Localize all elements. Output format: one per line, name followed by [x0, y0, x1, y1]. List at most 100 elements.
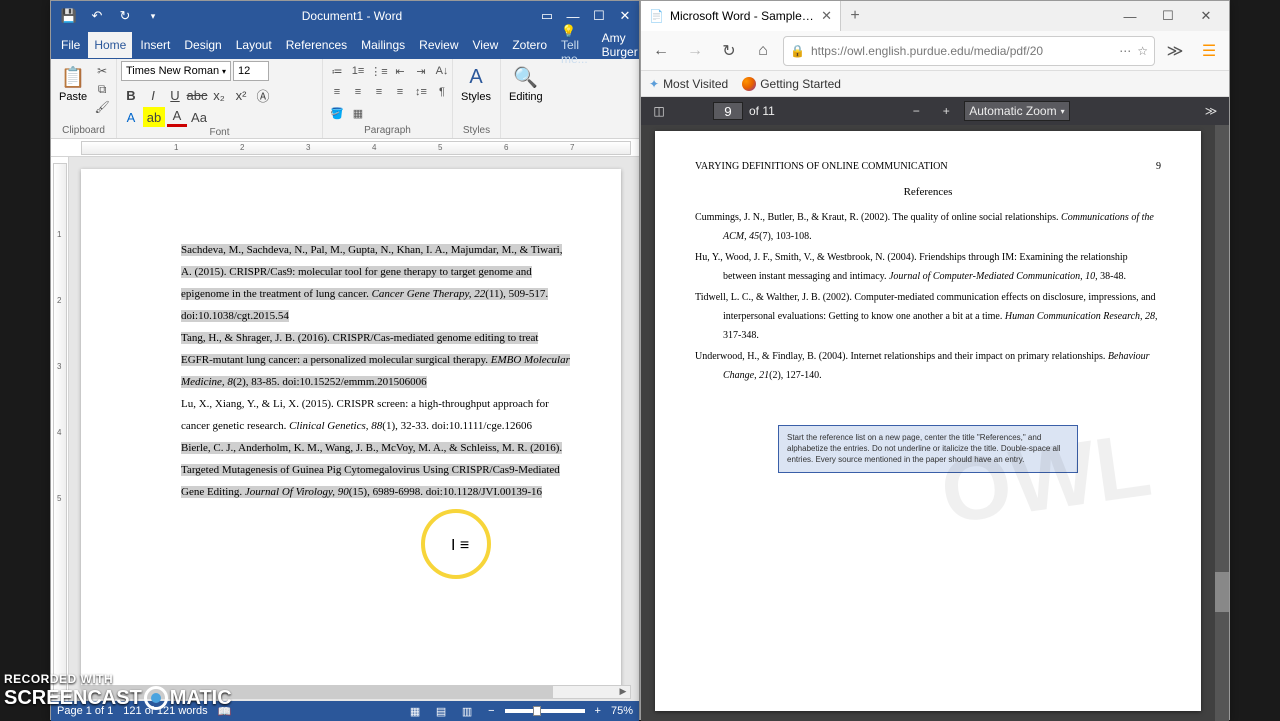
styles-button[interactable]: AStyles [457, 61, 495, 105]
url-bar[interactable]: 🔒 https://owl.english.purdue.edu/media/p… [783, 36, 1155, 66]
highlight-icon[interactable]: ab [143, 107, 165, 127]
shading-icon[interactable]: 🪣 [327, 103, 347, 123]
sort-icon[interactable]: A↓ [432, 61, 452, 81]
underline-button[interactable]: U [165, 85, 185, 105]
close-icon[interactable]: ✕ [1191, 4, 1221, 28]
ref-text: (2), 83-85. doi:10.15252/emmm.201506006 [233, 376, 427, 388]
tab-insert[interactable]: Insert [134, 32, 176, 58]
superscript-button[interactable]: x² [231, 85, 251, 105]
font-size-value: 12 [238, 65, 250, 77]
justify-icon[interactable]: ≡ [390, 82, 410, 102]
align-right-icon[interactable]: ≡ [369, 82, 389, 102]
borders-icon[interactable]: ▦ [348, 103, 368, 123]
url-text: https://owl.english.purdue.edu/media/pdf… [811, 44, 1043, 58]
clear-format-icon[interactable]: Ⓐ [253, 85, 273, 105]
bullets-icon[interactable]: ≔ [327, 61, 347, 81]
subscript-button[interactable]: x₂ [209, 85, 229, 105]
tab-references[interactable]: References [280, 32, 353, 58]
home-button[interactable]: ⌂ [749, 37, 777, 65]
zoom-out-button[interactable]: − [904, 100, 928, 122]
tab-close-icon[interactable]: ✕ [821, 8, 832, 24]
menu-icon[interactable]: ☰ [1195, 37, 1223, 65]
tab-file[interactable]: File [55, 32, 86, 58]
browser-tab[interactable]: 📄 Microsoft Word - Sample_APA_11... ✕ [641, 1, 841, 31]
reload-button[interactable]: ↻ [715, 37, 743, 65]
scrollbar-thumb[interactable] [1215, 572, 1229, 612]
user-name[interactable]: Amy Burger [596, 27, 644, 63]
web-layout-icon[interactable]: ▥ [456, 703, 478, 719]
zoom-level[interactable]: 75% [611, 705, 633, 717]
editing-button[interactable]: 🔍Editing [505, 61, 547, 105]
bookmark-getting-started[interactable]: Getting Started [742, 77, 841, 91]
document-page[interactable]: Sachdeva, M., Sachdeva, N., Pal, M., Gup… [81, 169, 621, 689]
line-spacing-icon[interactable]: ↕≡ [411, 82, 431, 102]
forward-button[interactable]: → [681, 37, 709, 65]
styles-icon: A [462, 63, 490, 91]
vertical-ruler[interactable]: 1 2 3 4 5 [51, 157, 69, 701]
print-layout-icon[interactable]: ▤ [430, 703, 452, 719]
sidebar-toggle-icon[interactable]: ◫ [647, 100, 671, 122]
tools-icon[interactable]: ≫ [1199, 100, 1223, 122]
text-effects-icon[interactable]: A [121, 107, 141, 127]
multilevel-icon[interactable]: ⋮≡ [369, 61, 389, 81]
horizontal-ruler[interactable]: 1 2 3 4 5 6 7 [51, 139, 639, 157]
styles-label: Styles [461, 91, 491, 103]
tell-me[interactable]: 💡 Tell me... [555, 18, 594, 72]
ref-journal: Clinical Genetics, 88 [289, 420, 382, 432]
italic-button[interactable]: I [143, 85, 163, 105]
zoom-slider[interactable] [505, 709, 585, 713]
minimize-icon[interactable]: — [1115, 4, 1145, 28]
save-icon[interactable]: 💾 [61, 8, 77, 24]
scroll-right-icon[interactable]: ▶ [616, 686, 630, 698]
tab-review[interactable]: Review [413, 32, 464, 58]
read-mode-icon[interactable]: ▦ [404, 703, 426, 719]
new-tab-button[interactable]: + [841, 7, 869, 25]
numbering-icon[interactable]: 1≡ [348, 61, 368, 81]
page-number-input[interactable] [713, 102, 743, 120]
zoom-in-icon[interactable]: + [595, 705, 601, 717]
ruler-mark: 6 [504, 143, 508, 152]
cut-icon[interactable]: ✂ [93, 63, 111, 79]
show-marks-icon[interactable]: ¶ [432, 82, 452, 102]
font-color-icon[interactable]: A [167, 107, 187, 127]
ribbon-options-icon[interactable]: ▭ [539, 8, 555, 24]
redo-icon[interactable]: ↻ [117, 8, 133, 24]
change-case-icon[interactable]: Aa [189, 107, 209, 127]
undo-icon[interactable]: ↶ [89, 8, 105, 24]
font-size-combo[interactable]: 12 [233, 61, 269, 81]
maximize-icon[interactable]: ☐ [1153, 4, 1183, 28]
copy-icon[interactable]: ⧉ [93, 81, 111, 97]
overflow-icon[interactable]: ≫ [1161, 37, 1189, 65]
zoom-select[interactable]: Automatic Zoom▾ [964, 101, 1069, 121]
vertical-scrollbar[interactable] [1215, 125, 1229, 721]
tab-layout[interactable]: Layout [230, 32, 278, 58]
tab-view[interactable]: View [467, 32, 505, 58]
tab-mailings[interactable]: Mailings [355, 32, 411, 58]
bold-button[interactable]: B [121, 85, 141, 105]
zoom-handle[interactable] [533, 706, 541, 716]
ref-text: Tang, H., & Shrager, J. B. (2016). CRISP… [181, 332, 538, 366]
tab-design[interactable]: Design [178, 32, 227, 58]
document-text[interactable]: Sachdeva, M., Sachdeva, N., Pal, M., Gup… [181, 239, 571, 503]
zoom-in-button[interactable]: + [934, 100, 958, 122]
paste-button[interactable]: 📋Paste [55, 61, 91, 105]
increase-indent-icon[interactable]: ⇥ [411, 61, 431, 81]
strikethrough-button[interactable]: abc [187, 85, 207, 105]
back-button[interactable]: ← [647, 37, 675, 65]
align-left-icon[interactable]: ≡ [327, 82, 347, 102]
reader-mode-icon[interactable]: ⋯ [1119, 44, 1131, 58]
format-painter-icon[interactable]: 🖌 [93, 99, 111, 115]
bookmark-star-icon[interactable]: ☆ [1137, 44, 1148, 58]
group-styles: AStyles Styles [453, 59, 501, 138]
bookmark-most-visited[interactable]: ✦Most Visited [649, 77, 728, 91]
references-title: References [695, 186, 1161, 198]
tab-zotero[interactable]: Zotero [506, 32, 553, 58]
zoom-out-icon[interactable]: − [488, 705, 494, 717]
decrease-indent-icon[interactable]: ⇤ [390, 61, 410, 81]
align-center-icon[interactable]: ≡ [348, 82, 368, 102]
close-icon[interactable]: ✕ [617, 8, 633, 24]
tab-home[interactable]: Home [88, 32, 132, 58]
pdf-page[interactable]: VARYING DEFINITIONS OF ONLINE COMMUNICAT… [655, 131, 1201, 711]
qat-dropdown-icon[interactable]: ▾ [145, 8, 161, 24]
font-name-combo[interactable]: Times New Roman▾ [121, 61, 231, 81]
